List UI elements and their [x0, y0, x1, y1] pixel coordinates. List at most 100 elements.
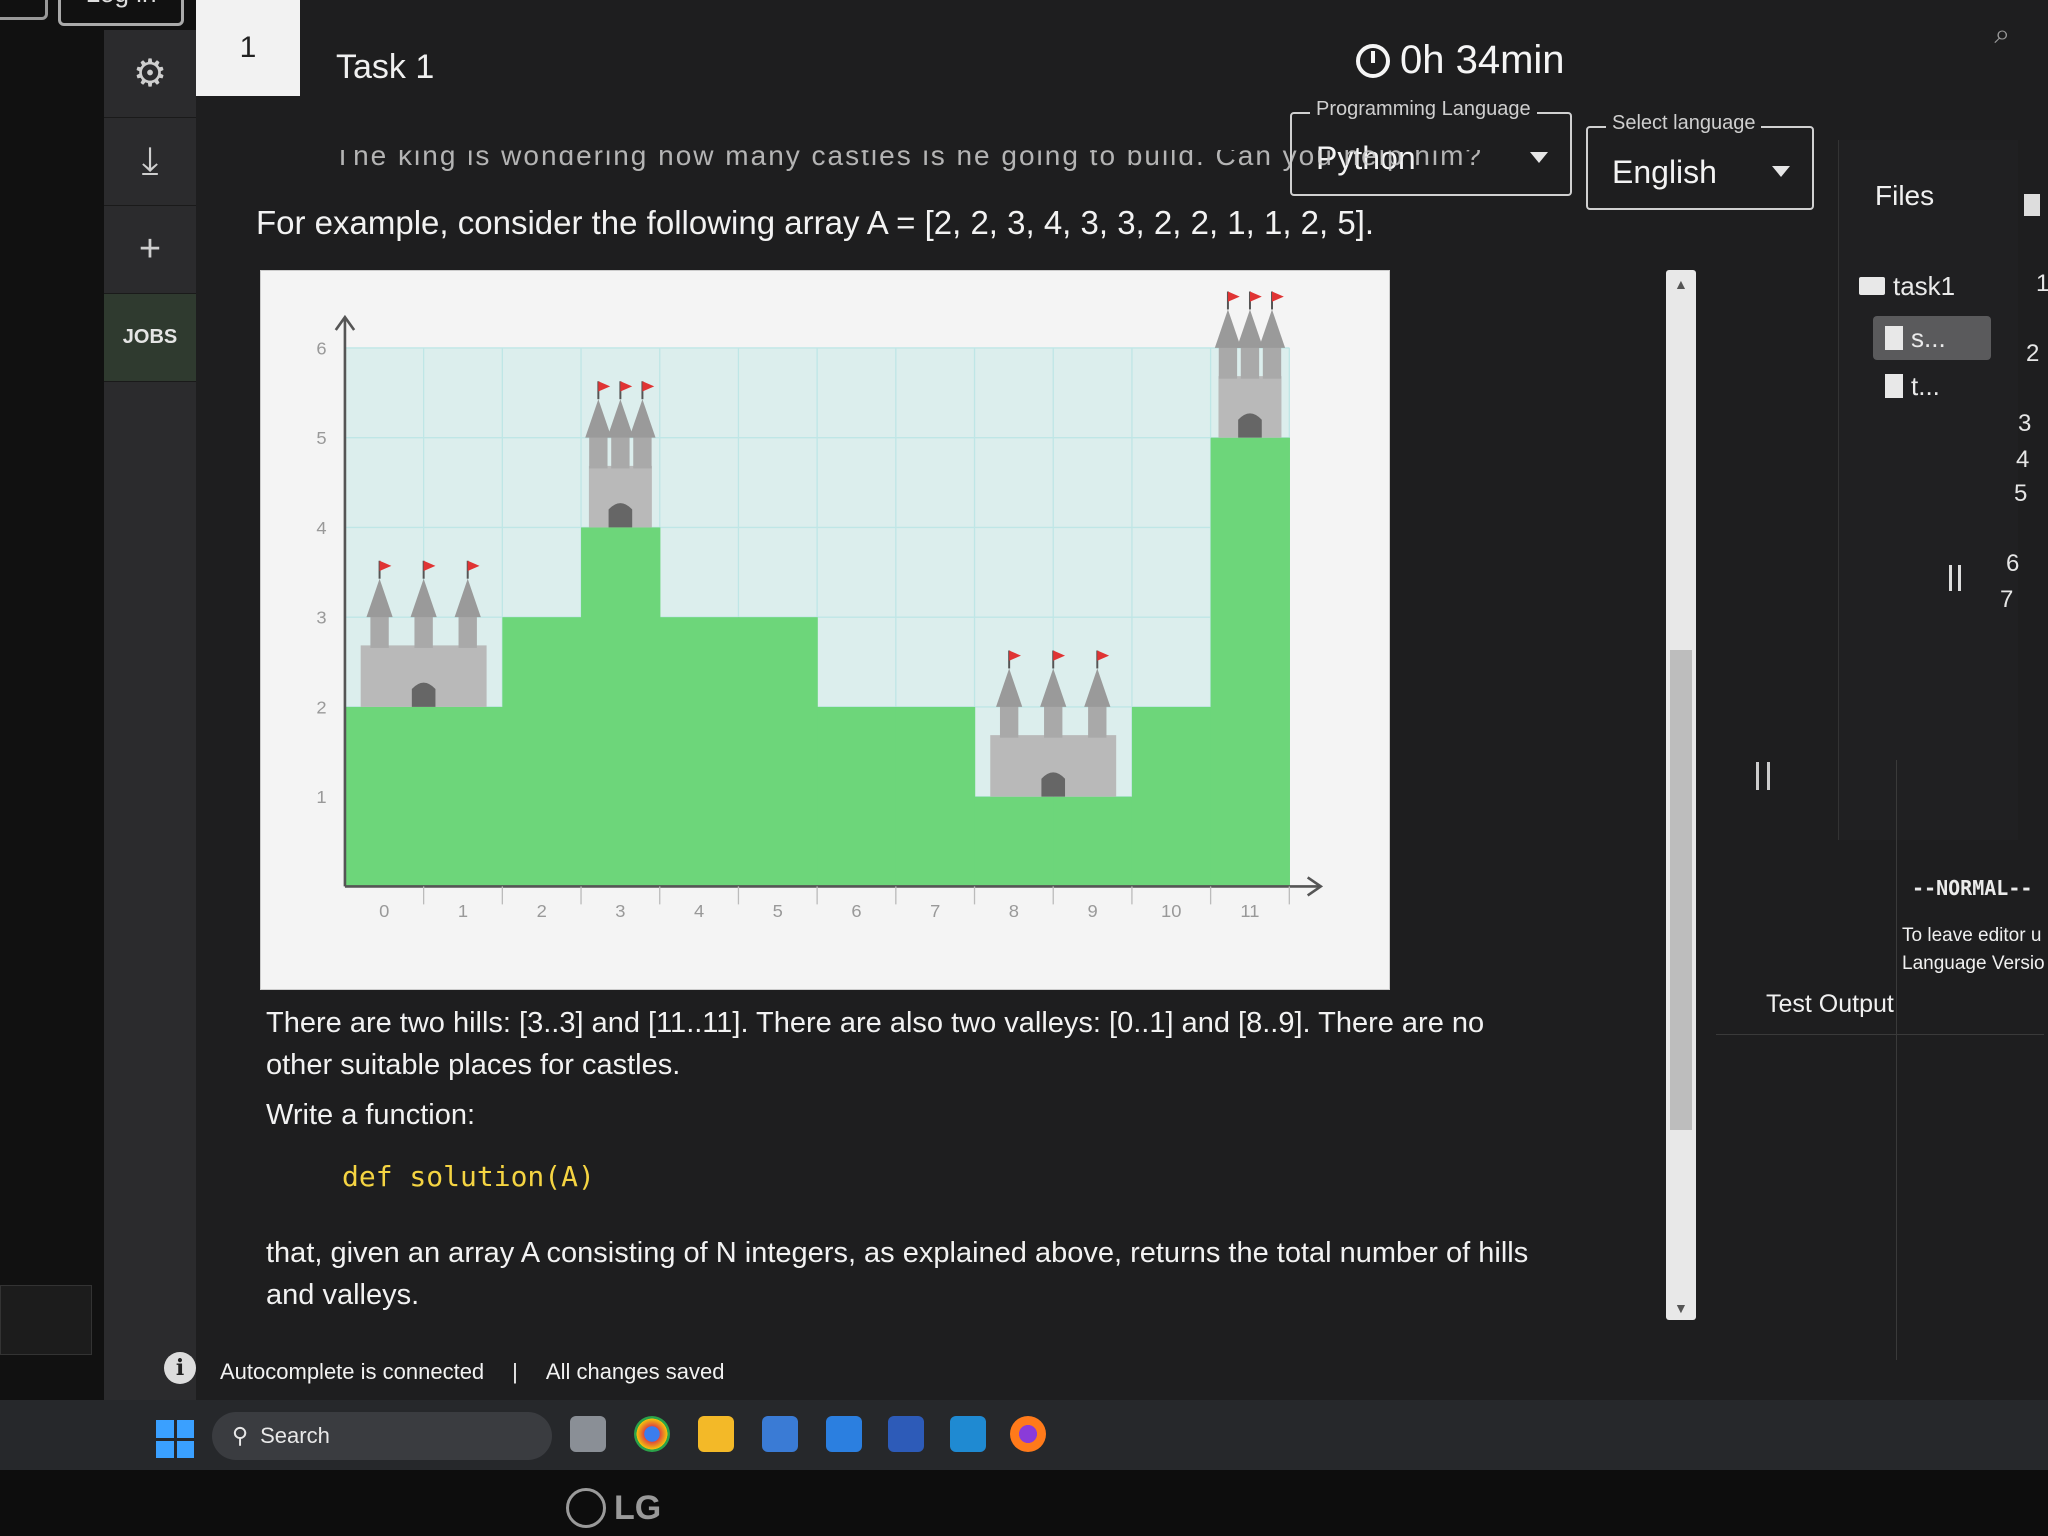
castle-flag	[1249, 291, 1262, 302]
bar	[344, 706, 425, 887]
left-rail: ⚙ ⤓ + JOBS	[104, 30, 196, 1400]
status-separator: |	[512, 1359, 518, 1384]
add-icon[interactable]: +	[104, 206, 196, 294]
castle-door	[1238, 413, 1262, 438]
bar	[423, 706, 503, 887]
x-tick-label: 6	[851, 901, 861, 921]
status-bar: Autocomplete is connected | All changes …	[220, 1352, 724, 1392]
castle-tower	[370, 614, 389, 648]
x-tick-label: 5	[773, 901, 783, 921]
castle-door	[411, 682, 436, 707]
chrome-icon[interactable]	[634, 1416, 670, 1452]
file-explorer-icon[interactable]	[698, 1416, 734, 1452]
firefox-icon[interactable]	[1010, 1416, 1046, 1452]
hills-valleys-text: There are two hills: [3..3] and [11..11]…	[266, 1007, 1485, 1081]
timer: 0h 34min	[1356, 38, 1565, 83]
chevron-down-icon	[1772, 166, 1790, 177]
y-tick-label: 3	[316, 608, 326, 628]
zoom-icon[interactable]: ⌕	[1994, 18, 2010, 51]
x-tick-label: 1	[458, 901, 468, 921]
bar	[738, 617, 818, 887]
castle-door	[1041, 772, 1066, 797]
info-icon[interactable]: i	[164, 1352, 196, 1384]
line-number: 3	[2018, 410, 2032, 437]
line-number: 2	[2026, 340, 2040, 367]
task-view-icon[interactable]	[570, 1416, 606, 1452]
file-label: t...	[1911, 370, 1940, 401]
castle-tower	[1240, 345, 1260, 379]
select-legend: Select language	[1606, 112, 1762, 135]
chart-svg: 0 1 2 3 4 5 6 7 8 9 10 11123456	[316, 291, 1324, 921]
bar	[502, 617, 582, 887]
example-text: For example, consider the following arra…	[256, 204, 1375, 241]
windows-start-icon[interactable]	[156, 1420, 194, 1458]
castle-roof	[1214, 309, 1242, 348]
select-legend: Programming Language	[1310, 98, 1537, 121]
file-label: s...	[1911, 322, 1946, 353]
download-icon[interactable]: ⤓	[104, 118, 196, 206]
windows-taskbar: ⚲ Search	[0, 1400, 2048, 1470]
x-tick-label: 4	[694, 901, 704, 921]
save-status: All changes saved	[545, 1359, 725, 1384]
bar	[974, 796, 1054, 887]
bar	[1210, 437, 1290, 887]
line-number: 6	[2006, 550, 2020, 577]
x-tick-label: 8	[1009, 901, 1019, 921]
search-icon: ⚲	[232, 1423, 249, 1448]
bar	[659, 617, 740, 887]
jobs-button[interactable]: JOBS	[104, 294, 196, 382]
select-value: English	[1612, 154, 1717, 190]
file-icon	[1885, 326, 1903, 350]
brand-label: LG	[614, 1488, 662, 1527]
description-cut-line: The king is wondering how many castles i…	[334, 150, 1484, 171]
task-tab[interactable]: 1	[196, 0, 300, 96]
line-number: 5	[2014, 480, 2028, 507]
castle-tower	[1218, 345, 1238, 379]
x-tick-label: 11	[1240, 901, 1259, 921]
vscode-icon[interactable]	[950, 1416, 986, 1452]
powershell-icon[interactable]	[888, 1416, 924, 1452]
description-scrollbar[interactable]: ▲ ▼	[1666, 270, 1696, 1320]
todo-icon[interactable]	[826, 1416, 862, 1452]
castle-flag	[1227, 291, 1240, 302]
castle-flag	[1272, 291, 1284, 302]
castle-roof	[1258, 309, 1286, 348]
side-panel-fragment	[0, 1285, 92, 1355]
folder-label: task1	[1893, 270, 1956, 301]
files-panel: Files task1 s... t...	[1838, 140, 2018, 840]
monitor-bezel	[0, 1470, 2048, 1536]
bar	[1053, 796, 1133, 887]
scroll-down-icon[interactable]: ▼	[1674, 1300, 1688, 1316]
login-button[interactable]: Log in	[58, 0, 184, 26]
file-item[interactable]: t...	[1885, 364, 1940, 408]
files-title: Files	[1875, 180, 1935, 211]
castle-door	[608, 503, 633, 528]
taskbar-search[interactable]: ⚲ Search	[212, 1412, 552, 1460]
settings-icon[interactable]: ⚙	[104, 30, 196, 118]
y-tick-label: 6	[316, 339, 326, 359]
editor-mode: --NORMAL--	[1912, 876, 2033, 900]
scrollbar-thumb[interactable]	[1670, 650, 1692, 1130]
search-label: Search	[260, 1423, 330, 1448]
scroll-up-icon[interactable]: ▲	[1674, 276, 1688, 292]
x-tick-label: 0	[379, 901, 389, 921]
bar	[1131, 706, 1212, 887]
bar	[895, 706, 976, 887]
test-output-tab[interactable]: Test Output	[1766, 990, 1894, 1019]
castle-tower	[1088, 704, 1107, 738]
x-tick-label: 10	[1161, 901, 1181, 921]
language-select[interactable]: Select language English	[1586, 112, 1814, 210]
panel-divider	[1896, 760, 1897, 1360]
folder-task1[interactable]: task1	[1859, 264, 1955, 308]
y-tick-label: 1	[316, 787, 326, 807]
file-item[interactable]: s...	[1873, 316, 1991, 360]
files-resize-handle[interactable]	[1949, 565, 1961, 591]
castle-tower	[458, 614, 477, 648]
calendar-icon[interactable]	[762, 1416, 798, 1452]
copy-icon[interactable]	[2024, 194, 2040, 216]
panel-resize-handle[interactable]	[1756, 762, 1770, 790]
test-output-divider	[1716, 1034, 2044, 1035]
x-tick-label: 7	[930, 901, 940, 921]
x-tick-label: 3	[615, 901, 625, 921]
file-icon	[1885, 374, 1903, 398]
